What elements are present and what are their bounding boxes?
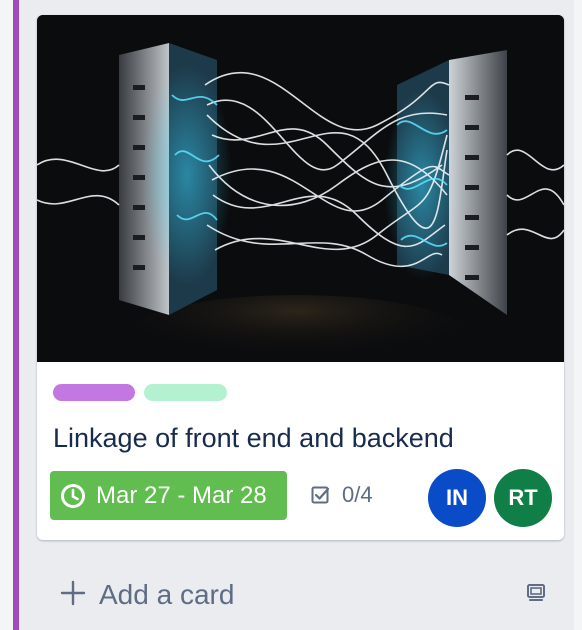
trello-list: Linkage of front end and backend Mar 27 …: [0, 0, 582, 630]
avatar-member-rt[interactable]: RT: [494, 469, 552, 527]
label-mint[interactable]: [144, 384, 227, 401]
card-template-icon[interactable]: [524, 580, 548, 604]
list-left-edge: [0, 0, 13, 630]
due-date-text: Mar 27 - Mar 28: [96, 482, 267, 509]
add-card-button[interactable]: Add a card: [60, 572, 460, 616]
checkbox-icon: [311, 486, 330, 504]
checklist-count: 0/4: [342, 482, 373, 507]
list-right-edge: [574, 0, 582, 630]
add-card-label: Add a card: [99, 579, 235, 610]
due-date-badge[interactable]: Mar 27 - Mar 28: [50, 471, 287, 520]
card[interactable]: Linkage of front end and backend Mar 27 …: [37, 15, 564, 540]
avatar-member-in[interactable]: IN: [428, 469, 486, 527]
list-accent-bar: [13, 0, 19, 630]
clock-icon: [61, 484, 85, 508]
card-cover-image: [37, 15, 564, 362]
plus-icon: [60, 580, 86, 606]
label-purple[interactable]: [53, 384, 135, 401]
card-title[interactable]: Linkage of front end and backend: [53, 423, 454, 454]
